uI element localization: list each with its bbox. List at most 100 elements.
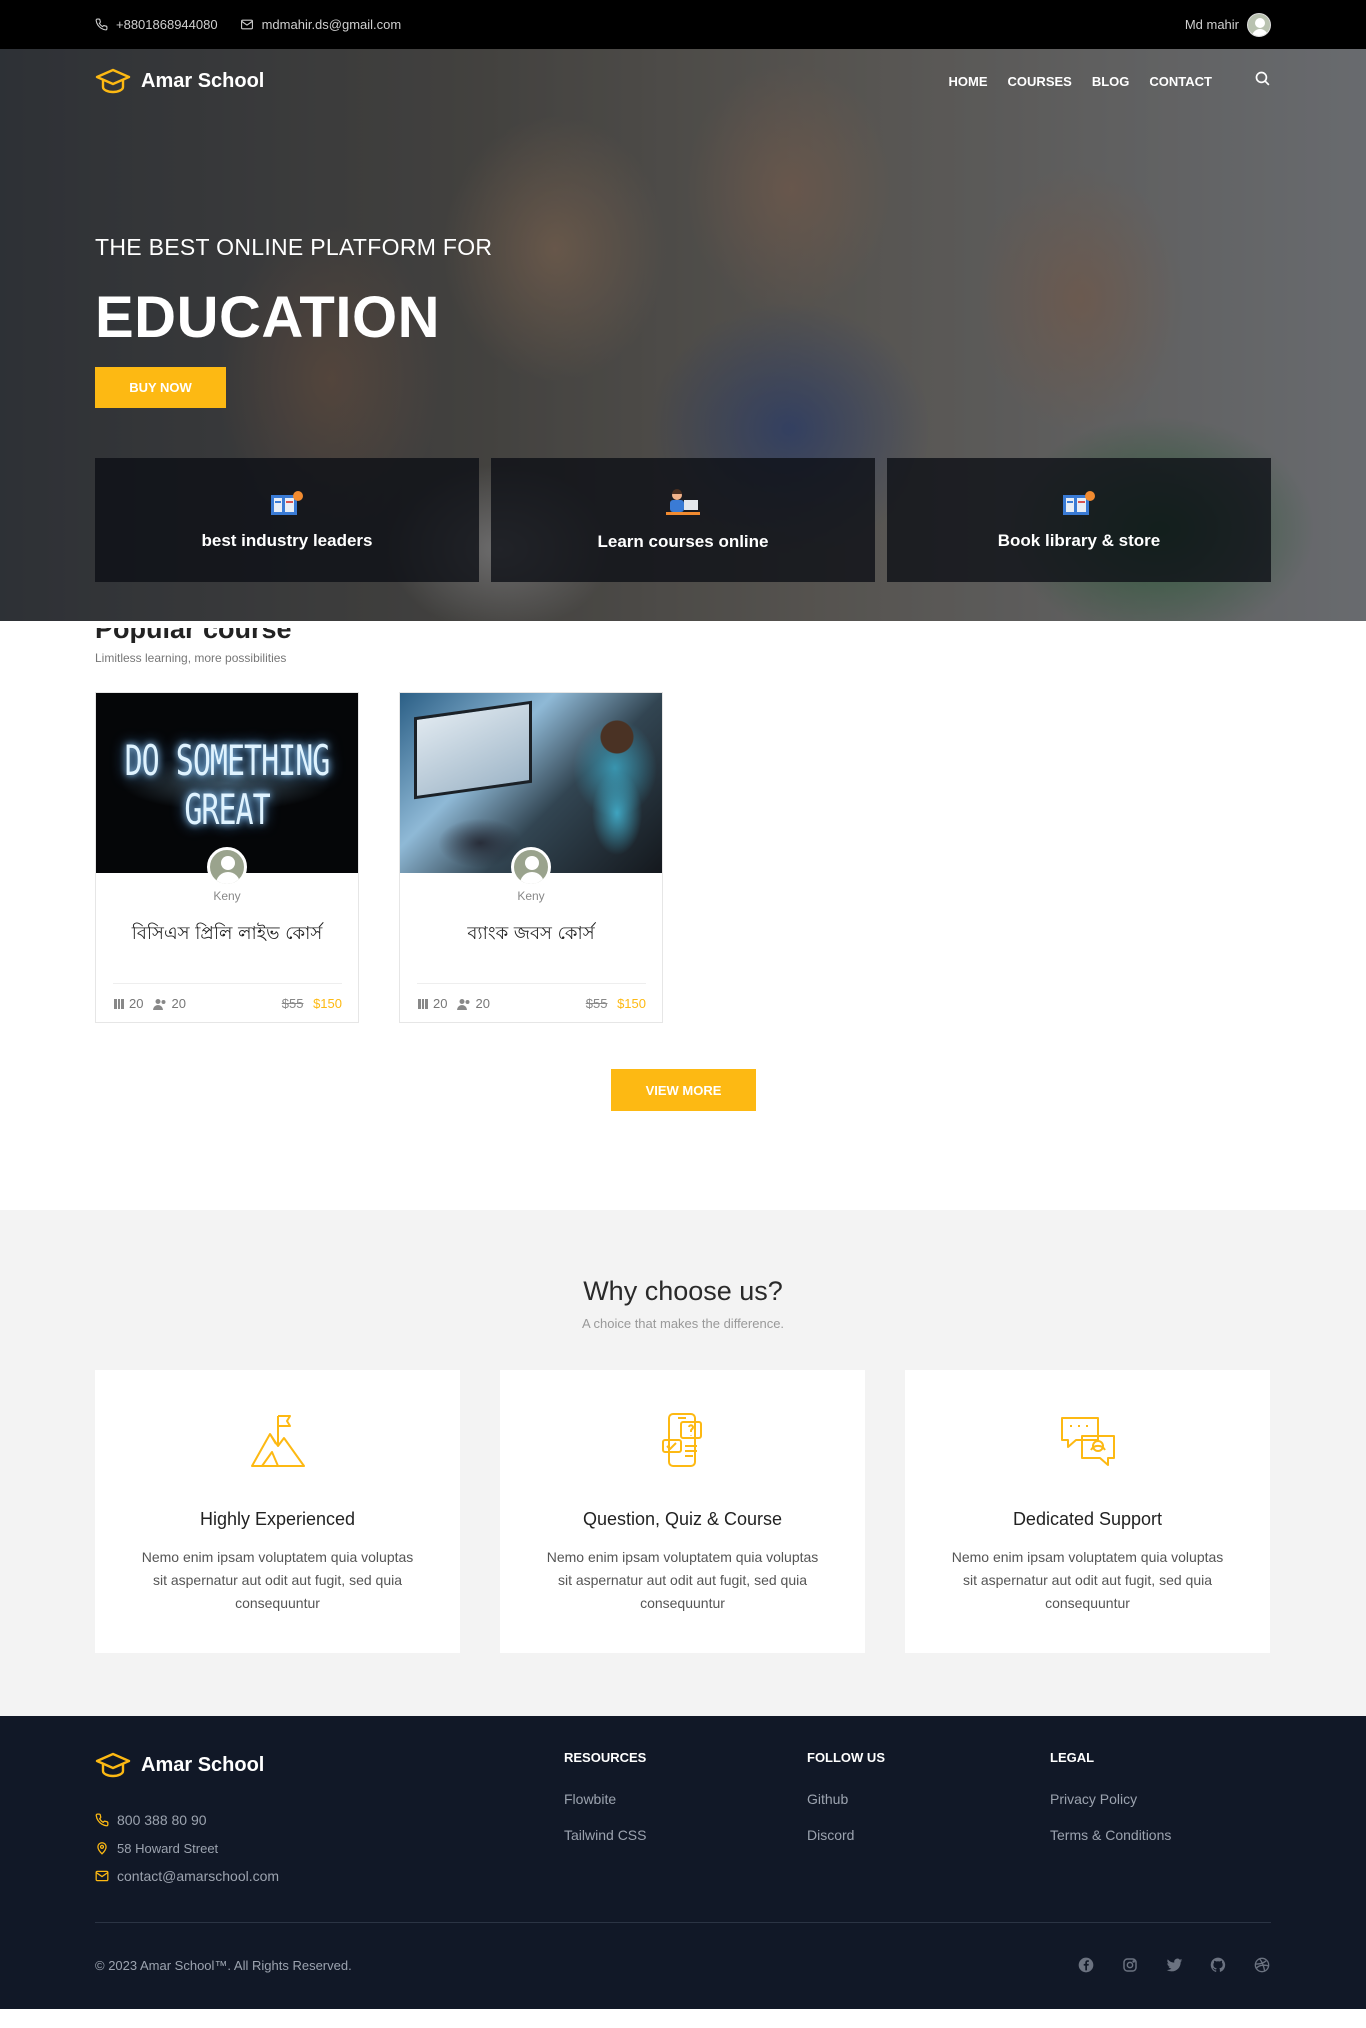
feature-label: Book library & store <box>997 531 1161 550</box>
author-avatar <box>511 847 551 887</box>
course-author: Keny <box>213 889 241 903</box>
footer-divider <box>95 1922 1271 1923</box>
why-card: Highly Experienced Nemo enim ipsam volup… <box>95 1370 460 1653</box>
lessons-value: 20 <box>433 996 448 1011</box>
why-card-title: Question, Quiz & Course <box>582 1509 783 1529</box>
mail-icon <box>240 19 253 30</box>
why-card-text: Nemo enim ipsam voluptatem quia voluptas… <box>141 1549 414 1611</box>
users-icon <box>153 998 166 1010</box>
hero-section: Amar School HOME COURSES BLOG CONTACT TH… <box>0 49 1366 621</box>
twitter-icon[interactable] <box>1165 1956 1183 1974</box>
monitor-graphic <box>414 700 532 800</box>
course-thumbnail[interactable]: DO SOMETHING GREAT <box>96 693 358 873</box>
course-meta: 20 20 $55 $150 <box>113 983 342 1011</box>
nav-blog[interactable]: BLOG <box>1092 74 1130 89</box>
view-more-button[interactable]: VIEW MORE <box>611 1069 756 1111</box>
main-nav: Amar School HOME COURSES BLOG CONTACT <box>95 49 1271 113</box>
footer-col-title: FOLLOW US <box>807 1750 885 1765</box>
nav-home[interactable]: HOME <box>949 74 988 89</box>
github-icon[interactable] <box>1209 1956 1227 1974</box>
footer-address-text: 58 Howard Street <box>117 1840 219 1856</box>
book-icon <box>418 998 428 1009</box>
neon-sign-text: DO SOMETHING GREAT <box>124 737 331 835</box>
mail-icon <box>95 1870 109 1882</box>
footer-col-follow: FOLLOW US Github Discord <box>807 1750 885 1863</box>
why-subtitle: A choice that makes the difference. <box>581 1316 785 1331</box>
footer-phone[interactable]: 800 388 80 90 <box>95 1811 279 1829</box>
top-contact: +8801868944080 mdmahir.ds@gmail.com <box>95 17 401 32</box>
book-icon <box>114 998 124 1009</box>
why-card: Dedicated Support Nemo enim ipsam volupt… <box>905 1370 1270 1653</box>
student-laptop-icon <box>666 489 700 515</box>
why-section: Why choose us? A choice that makes the d… <box>0 1210 1366 1716</box>
course-title[interactable]: বিসিএস প্রিলি লাইভ কোর্স <box>96 919 358 950</box>
person-graphic <box>582 713 652 863</box>
course-card[interactable]: DO SOMETHING GREAT Keny বিসিএস প্রিলি লা… <box>95 692 359 1023</box>
students-value: 20 <box>171 996 186 1011</box>
top-email-text: mdmahir.ds@gmail.com <box>261 17 402 32</box>
brand-logo[interactable]: Amar School <box>95 66 264 96</box>
footer-col-legal: LEGAL Privacy Policy Terms & Conditions <box>1050 1750 1171 1863</box>
phone-icon <box>95 1813 109 1827</box>
lessons-count: 20 <box>113 996 143 1011</box>
why-card-list: Highly Experienced Nemo enim ipsam volup… <box>95 1370 1270 1653</box>
lessons-value: 20 <box>129 996 144 1011</box>
footer-link-privacy[interactable]: Privacy Policy <box>1050 1791 1171 1807</box>
course-list: DO SOMETHING GREAT Keny বিসিএস প্রিলি লা… <box>95 692 663 1023</box>
user-name: Md mahir <box>1184 17 1239 32</box>
instagram-icon[interactable] <box>1121 1956 1139 1974</box>
footer-link-discord[interactable]: Discord <box>807 1827 885 1843</box>
why-card-title: Highly Experienced <box>199 1509 356 1529</box>
students-count: 20 <box>153 996 186 1011</box>
course-title[interactable]: ব্যাংক জবস কোর্স <box>400 919 662 950</box>
book-library-icon <box>1063 491 1095 515</box>
footer-link-tailwind[interactable]: Tailwind CSS <box>564 1827 646 1843</box>
footer-email[interactable]: contact@amarschool.com <box>95 1867 279 1885</box>
course-card[interactable]: Keny ব্যাংক জবস কোর্স 20 20 $55 $150 <box>399 692 663 1023</box>
lessons-count: 20 <box>417 996 447 1011</box>
footer-email-text: contact@amarschool.com <box>117 1868 280 1884</box>
top-phone[interactable]: +8801868944080 <box>95 17 218 32</box>
footer-address: 58 Howard Street <box>95 1839 279 1857</box>
why-card: Question, Quiz & Course Nemo enim ipsam … <box>500 1370 865 1653</box>
nav-contact[interactable]: CONTACT <box>1149 74 1212 89</box>
why-title: Why choose us? <box>583 1276 783 1306</box>
current-price: $150 <box>617 996 646 1011</box>
user-avatar[interactable] <box>1247 12 1271 37</box>
buy-now-button[interactable]: BUY NOW <box>95 367 226 408</box>
phone-icon <box>95 18 108 31</box>
course-meta: 20 20 $55 $150 <box>417 983 646 1011</box>
user-menu[interactable]: Md mahir <box>1184 12 1271 37</box>
footer-col-resources: RESOURCES Flowbite Tailwind CSS <box>564 1750 646 1863</box>
users-icon <box>457 998 470 1010</box>
feature-learn-online[interactable]: Learn courses online <box>491 458 875 582</box>
map-pin-icon <box>97 1842 107 1855</box>
search-icon[interactable] <box>1254 70 1271 92</box>
feature-industry-leaders[interactable]: best industry leaders <box>95 458 479 582</box>
popular-section: Popular course Limitless learning, more … <box>0 621 1366 1210</box>
footer-link-flowbite[interactable]: Flowbite <box>564 1791 646 1807</box>
footer-brand[interactable]: Amar School <box>95 1750 264 1780</box>
footer-phone-text: 800 388 80 90 <box>117 1812 207 1828</box>
nav-courses[interactable]: COURSES <box>1008 74 1072 89</box>
course-thumbnail[interactable] <box>400 693 662 873</box>
footer-col-title: LEGAL <box>1050 1750 1095 1765</box>
students-value: 20 <box>475 996 490 1011</box>
footer-link-github[interactable]: Github <box>807 1791 885 1807</box>
footer-link-terms[interactable]: Terms & Conditions <box>1050 1827 1171 1843</box>
feature-label: Learn courses online <box>597 532 769 551</box>
course-price: $55 $150 <box>586 996 646 1011</box>
facebook-icon[interactable] <box>1077 1956 1095 1974</box>
hero-title: EDUCATION <box>95 285 440 350</box>
footer-col-title: RESOURCES <box>564 1750 647 1765</box>
dribbble-icon[interactable] <box>1253 1956 1271 1974</box>
chat-support-icon <box>1060 1417 1115 1466</box>
course-price: $55 $150 <box>282 996 342 1011</box>
copyright: © 2023 Amar School™. All Rights Reserved… <box>95 1958 352 1973</box>
feature-label: best industry leaders <box>201 531 373 550</box>
footer-brand-name: Amar School <box>141 1753 265 1776</box>
top-email[interactable]: mdmahir.ds@gmail.com <box>240 17 402 32</box>
feature-book-library[interactable]: Book library & store <box>887 458 1271 582</box>
author-avatar <box>207 847 247 887</box>
top-bar: +8801868944080 mdmahir.ds@gmail.com Md m… <box>0 0 1366 49</box>
